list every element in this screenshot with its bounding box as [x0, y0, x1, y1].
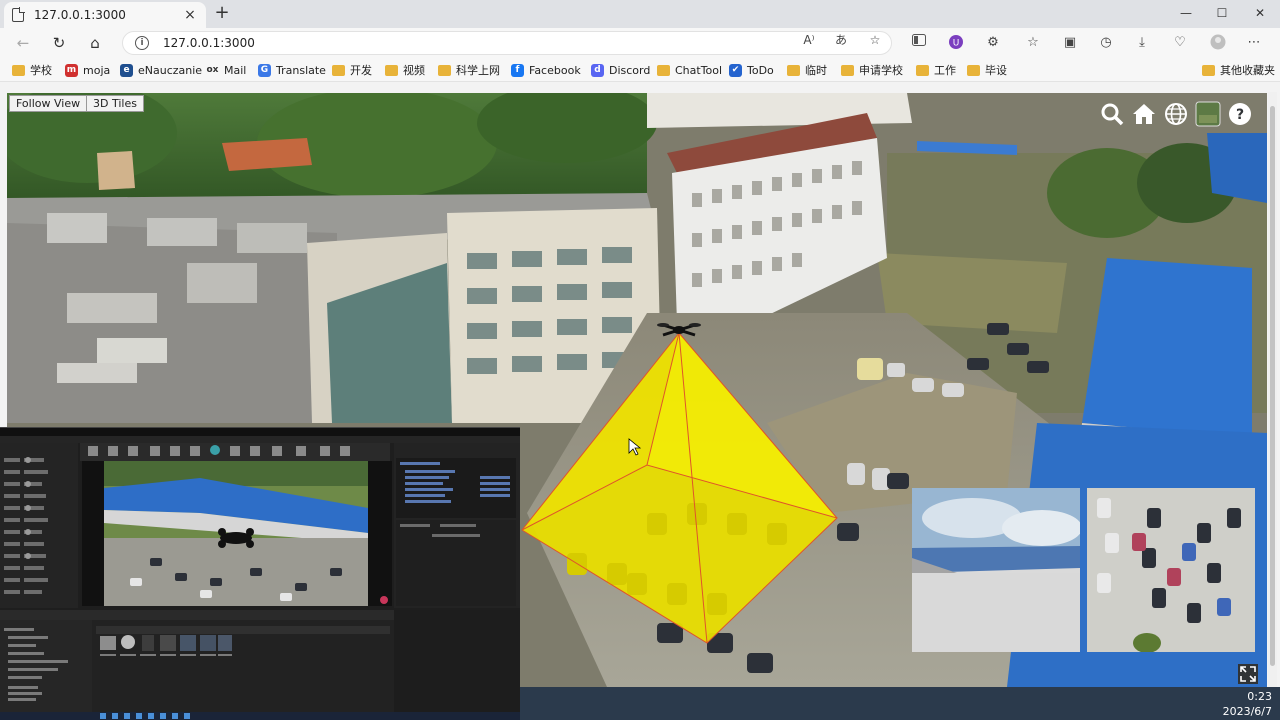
tab-title: 127.0.0.1:3000 [34, 8, 126, 22]
system-clock: 0:23 2023/6/7 [1223, 689, 1272, 719]
bookmark-discord[interactable]: d Discord [591, 62, 650, 78]
browser-essentials-icon[interactable]: ♡ [1170, 34, 1190, 52]
read-aloud-icon[interactable]: A⁾ [800, 32, 818, 48]
folder-icon [657, 64, 670, 76]
folder-icon [841, 64, 854, 76]
address-bar[interactable]: i 127.0.0.1:3000 [122, 31, 892, 55]
fullscreen-icon[interactable] [1238, 664, 1258, 684]
bookmark-label: ToDo [747, 63, 774, 77]
folder-icon [1202, 64, 1215, 76]
favorites-icon[interactable]: ☆ [1023, 34, 1043, 52]
bookmark-label: moja [83, 63, 111, 77]
back-icon[interactable]: ← [12, 33, 34, 53]
bookmark-todo[interactable]: ✔ ToDo [729, 62, 774, 78]
history-icon[interactable]: ◷ [1096, 34, 1116, 52]
translate-icon[interactable]: あ [832, 32, 850, 48]
follow-view-button[interactable]: Follow View [9, 95, 88, 112]
folder-icon [787, 64, 800, 76]
workspaces-icon[interactable] [909, 34, 929, 52]
bookmark-label: eNauczanie [138, 63, 203, 77]
scrollbar-thumb[interactable] [1270, 106, 1275, 666]
bookmark-folder[interactable]: 视频 [385, 62, 425, 78]
folder-icon [385, 64, 398, 76]
bookmark-label: ChatTool [675, 63, 723, 77]
mail-icon: ox [206, 64, 219, 75]
help-icon[interactable]: ? [1227, 101, 1253, 127]
folder-icon [12, 64, 25, 76]
site-info-icon[interactable]: i [135, 36, 149, 50]
bookmark-label: Facebook [529, 63, 581, 77]
unreal-editor-window[interactable] [0, 427, 520, 720]
enauczanie-icon: e [120, 63, 133, 77]
bookmark-label: 工作 [934, 64, 956, 77]
bookmark-label: 申请学校 [859, 64, 903, 77]
page-icon [12, 7, 25, 22]
moja-icon: m [65, 63, 78, 77]
clock-time: 0:23 [1247, 690, 1272, 703]
settings-more-icon[interactable]: ⋯ [1244, 34, 1264, 52]
home-icon[interactable]: ⌂ [84, 33, 106, 53]
bookmark-folder[interactable]: 学校 [12, 62, 52, 78]
base-layer-picker-icon[interactable] [1195, 101, 1221, 127]
bookmark-folder[interactable]: 工作 [916, 62, 956, 78]
bookmark-folder[interactable]: ChatTool [657, 62, 722, 78]
minimize-button[interactable]: — [1176, 4, 1196, 22]
collections-icon[interactable]: ▣ [1060, 34, 1080, 52]
search-icon[interactable] [1099, 101, 1125, 127]
other-bookmarks-folder[interactable]: 其他收藏夹 [1202, 62, 1275, 78]
folder-icon [916, 64, 929, 76]
profile-avatar-icon[interactable] [1208, 34, 1228, 52]
tab-strip: 127.0.0.1:3000 × + — ☐ ✕ [0, 0, 1280, 28]
scene-mode-globe-icon[interactable] [1163, 101, 1189, 127]
bookmark-moja[interactable]: m moja [65, 62, 110, 78]
bookmark-label: 开发 [350, 64, 372, 77]
bookmark-label: 视频 [403, 64, 425, 77]
maximize-button[interactable]: ☐ [1212, 4, 1232, 22]
browser-tab[interactable]: 127.0.0.1:3000 × [4, 2, 206, 28]
bookmark-folder[interactable]: 临时 [787, 62, 827, 78]
other-bookmarks-label: 其他收藏夹 [1220, 64, 1275, 77]
bookmark-folder[interactable]: 申请学校 [841, 62, 903, 78]
bookmark-folder[interactable]: 毕设 [967, 62, 1007, 78]
bookmark-mail[interactable]: ox Mail [206, 62, 247, 78]
svg-text:U: U [953, 39, 960, 49]
bookmark-label: 毕设 [985, 64, 1007, 77]
new-tab-button[interactable]: + [212, 3, 232, 23]
page-scrollbar[interactable] [1268, 92, 1277, 688]
extension-purple-icon[interactable]: U [946, 34, 966, 52]
address-url: 127.0.0.1:3000 [163, 36, 255, 50]
bookmark-facebook[interactable]: f Facebook [511, 62, 581, 78]
clock-date: 2023/6/7 [1222, 705, 1272, 718]
bookmark-label: Discord [609, 63, 651, 77]
svg-text:?: ? [1236, 107, 1244, 123]
drone-camera-view-down [1087, 488, 1255, 652]
bookmark-folder[interactable]: 科学上网 [438, 62, 500, 78]
folder-icon [438, 64, 451, 76]
3d-tiles-button[interactable]: 3D Tiles [86, 95, 144, 112]
drone-camera-view-front [912, 488, 1080, 652]
navigation-bar: ← ↻ ⌂ i 127.0.0.1:3000 A⁾ あ ☆ U ⚙ ☆ ▣ ◷ … [0, 28, 1280, 58]
downloads-icon[interactable]: ⤓ [1132, 34, 1152, 52]
bookmark-label: 科学上网 [456, 64, 500, 77]
tab-close-button[interactable]: × [182, 7, 198, 23]
bookmark-translate[interactable]: G Translate [258, 62, 326, 78]
close-window-button[interactable]: ✕ [1250, 4, 1270, 22]
bookmark-enauczanie[interactable]: e eNauczanie [120, 62, 202, 78]
bookmark-folder[interactable]: 开发 [332, 62, 372, 78]
home-view-icon[interactable] [1131, 101, 1157, 127]
discord-icon: d [591, 63, 604, 77]
facebook-icon: f [511, 63, 524, 77]
bookmark-label: Mail [224, 63, 247, 77]
bookmark-label: 学校 [30, 64, 52, 77]
folder-icon [332, 64, 345, 76]
refresh-icon[interactable]: ↻ [48, 33, 70, 53]
bookmark-label: 临时 [805, 64, 827, 77]
todo-icon: ✔ [729, 63, 742, 77]
translate-icon: G [258, 63, 271, 77]
bookmarks-bar: 学校 m moja e eNauczanie ox Mail G Translate 开发 视频 科学… [0, 58, 1280, 82]
folder-icon [967, 64, 980, 76]
favorite-star-icon[interactable]: ☆ [866, 32, 884, 48]
bookmark-label: Translate [276, 63, 326, 77]
extensions-icon[interactable]: ⚙ [983, 34, 1003, 52]
